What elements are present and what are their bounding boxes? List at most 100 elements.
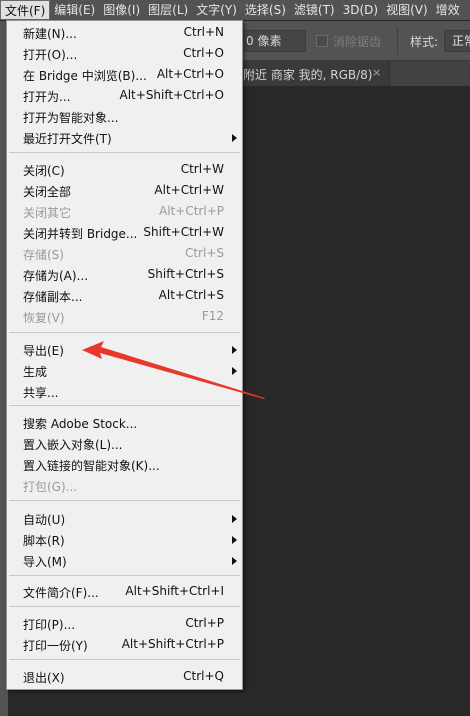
antialias-label: 消除锯齿 — [333, 35, 382, 49]
close-icon[interactable]: × — [372, 66, 381, 79]
menu-item-shortcut: Ctrl+N — [183, 25, 224, 39]
menu-layer[interactable]: 图层(L) — [144, 0, 192, 20]
menu-item-label: 存储副本... — [23, 290, 83, 304]
menu-item-shortcut: Ctrl+W — [180, 162, 224, 176]
menu-item-shortcut: Alt+Shift+Ctrl+I — [125, 584, 224, 598]
menu-type[interactable]: 文字(Y) — [192, 0, 241, 20]
menu-item-save: 存储(S) Ctrl+S — [7, 244, 242, 264]
menu-item-label: 导入(M) — [23, 555, 67, 569]
menu-filter[interactable]: 滤镜(T) — [290, 0, 339, 20]
menu-item-label: 在 Bridge 中浏览(B)... — [23, 69, 147, 83]
menu-item-shortcut: Alt+Shift+Ctrl+O — [119, 88, 224, 102]
menu-item-open-smart-object[interactable]: 打开为智能对象... — [7, 107, 242, 127]
options-divider — [397, 27, 398, 55]
menu-item-shortcut: Shift+Ctrl+S — [147, 267, 224, 281]
menu-item-label: 打开为... — [23, 90, 71, 104]
menu-item-shortcut: Ctrl+Q — [183, 669, 224, 683]
menu-image[interactable]: 图像(I) — [99, 0, 144, 20]
menu-item-label: 搜索 Adobe Stock... — [23, 417, 138, 431]
menu-item-label: 打印(P)... — [23, 618, 76, 632]
menu-item-export[interactable]: 导出(E) — [7, 340, 242, 360]
menu-separator — [9, 575, 240, 576]
menu-item-import[interactable]: 导入(M) — [7, 551, 242, 571]
menu-item-exit[interactable]: 退出(X) Ctrl+Q — [7, 667, 242, 687]
menu-item-label: 关闭其它 — [23, 206, 72, 220]
style-label: 样式: — [410, 35, 439, 49]
menu-view[interactable]: 视图(V) — [382, 0, 432, 20]
menu-item-shortcut: Alt+Shift+Ctrl+P — [121, 637, 224, 651]
menu-item-label: 关闭(C) — [23, 164, 65, 178]
submenu-arrow-icon — [232, 134, 237, 142]
menu-item-label: 共享... — [23, 386, 59, 400]
menu-item-label: 存储为(A)... — [23, 269, 89, 283]
antialias-checkbox[interactable] — [316, 35, 328, 47]
menu-item-share[interactable]: 共享... — [7, 382, 242, 402]
menu-item-save-as[interactable]: 存储为(A)... Shift+Ctrl+S — [7, 265, 242, 285]
menu-item-open[interactable]: 打开(O)... Ctrl+O — [7, 44, 242, 64]
menu-item-label: 最近打开文件(T) — [23, 132, 112, 146]
menu-item-shortcut: Ctrl+P — [185, 616, 224, 630]
menu-bar: 文件(F) 编辑(E) 图像(I) 图层(L) 文字(Y) 选择(S) 滤镜(T… — [0, 0, 470, 20]
menu-item-search-adobe-stock[interactable]: 搜索 Adobe Stock... — [7, 413, 242, 433]
menu-separator — [9, 152, 240, 153]
menu-separator — [9, 332, 240, 333]
submenu-arrow-icon — [232, 367, 237, 375]
menu-item-shortcut: Alt+Ctrl+S — [158, 288, 224, 302]
menu-item-recent-files[interactable]: 最近打开文件(T) — [7, 128, 242, 148]
menu-item-label: 自动(U) — [23, 513, 66, 527]
menu-item-label: 恢复(V) — [23, 311, 65, 325]
menu-item-scripts[interactable]: 脚本(R) — [7, 530, 242, 550]
document-tab[interactable]: 附近 商家 我的, RGB/8) × — [240, 61, 390, 86]
menu-item-browse-bridge[interactable]: 在 Bridge 中浏览(B)... Alt+Ctrl+O — [7, 65, 242, 85]
document-tab-title: 附近 商家 我的, RGB/8) — [243, 68, 373, 82]
menu-3d[interactable]: 3D(D) — [339, 0, 382, 20]
menu-item-label: 存储(S) — [23, 248, 64, 262]
menu-item-revert: 恢复(V) F12 — [7, 307, 242, 327]
submenu-arrow-icon — [232, 557, 237, 565]
menu-item-shortcut: Ctrl+O — [183, 46, 224, 60]
menu-item-label: 生成 — [23, 365, 48, 379]
menu-item-save-copy[interactable]: 存储副本... Alt+Ctrl+S — [7, 286, 242, 306]
menu-item-shortcut: Alt+Ctrl+P — [159, 204, 224, 218]
menu-item-shortcut: Shift+Ctrl+W — [143, 225, 224, 239]
menu-item-print-one-copy[interactable]: 打印一份(Y) Alt+Shift+Ctrl+P — [7, 635, 242, 655]
menu-item-file-info[interactable]: 文件简介(F)... Alt+Shift+Ctrl+I — [7, 582, 242, 602]
menu-item-label: 打开为智能对象... — [23, 111, 119, 125]
menu-item-automate[interactable]: 自动(U) — [7, 509, 242, 529]
menu-item-label: 打开(O)... — [23, 48, 78, 62]
menu-item-open-as[interactable]: 打开为... Alt+Shift+Ctrl+O — [7, 86, 242, 106]
menu-item-place-embedded[interactable]: 置入嵌入对象(L)... — [7, 434, 242, 454]
menu-item-close-go-bridge[interactable]: 关闭并转到 Bridge... Shift+Ctrl+W — [7, 223, 242, 243]
menu-separator — [9, 500, 240, 501]
menu-item-place-linked[interactable]: 置入链接的智能对象(K)... — [7, 455, 242, 475]
menu-item-label: 关闭并转到 Bridge... — [23, 227, 138, 241]
file-menu-dropdown: 新建(N)... Ctrl+N 打开(O)... Ctrl+O 在 Bridge… — [6, 20, 243, 690]
menu-item-shortcut: Alt+Ctrl+O — [156, 67, 224, 81]
menu-select[interactable]: 选择(S) — [241, 0, 290, 20]
menu-item-label: 新建(N)... — [23, 27, 77, 41]
menu-item-label: 置入嵌入对象(L)... — [23, 438, 123, 452]
menu-item-package: 打包(G)... — [7, 476, 242, 496]
menu-item-shortcut: Alt+Ctrl+W — [154, 183, 224, 197]
menu-item-print[interactable]: 打印(P)... Ctrl+P — [7, 614, 242, 634]
menu-item-shortcut: F12 — [201, 309, 224, 323]
submenu-arrow-icon — [232, 536, 237, 544]
submenu-arrow-icon — [232, 346, 237, 354]
menu-item-close-others: 关闭其它 Alt+Ctrl+P — [7, 202, 242, 222]
menu-edit[interactable]: 编辑(E) — [50, 0, 99, 20]
menu-item-label: 打包(G)... — [23, 480, 78, 494]
menu-separator — [9, 405, 240, 406]
menu-item-label: 文件简介(F)... — [23, 586, 99, 600]
menu-item-label: 打印一份(Y) — [23, 639, 88, 653]
menu-plugins[interactable]: 增效 — [432, 0, 464, 20]
style-select[interactable]: 正常 — [444, 30, 470, 52]
menu-item-close[interactable]: 关闭(C) Ctrl+W — [7, 160, 242, 180]
menu-item-generate[interactable]: 生成 — [7, 361, 242, 381]
feather-input[interactable]: 0 像素 — [242, 30, 306, 52]
menu-item-label: 退出(X) — [23, 671, 65, 685]
menu-item-shortcut: Ctrl+S — [184, 246, 224, 260]
menu-item-close-all[interactable]: 关闭全部 Alt+Ctrl+W — [7, 181, 242, 201]
submenu-arrow-icon — [232, 515, 237, 523]
menu-file[interactable]: 文件(F) — [0, 0, 51, 20]
menu-item-new[interactable]: 新建(N)... Ctrl+N — [7, 23, 242, 43]
